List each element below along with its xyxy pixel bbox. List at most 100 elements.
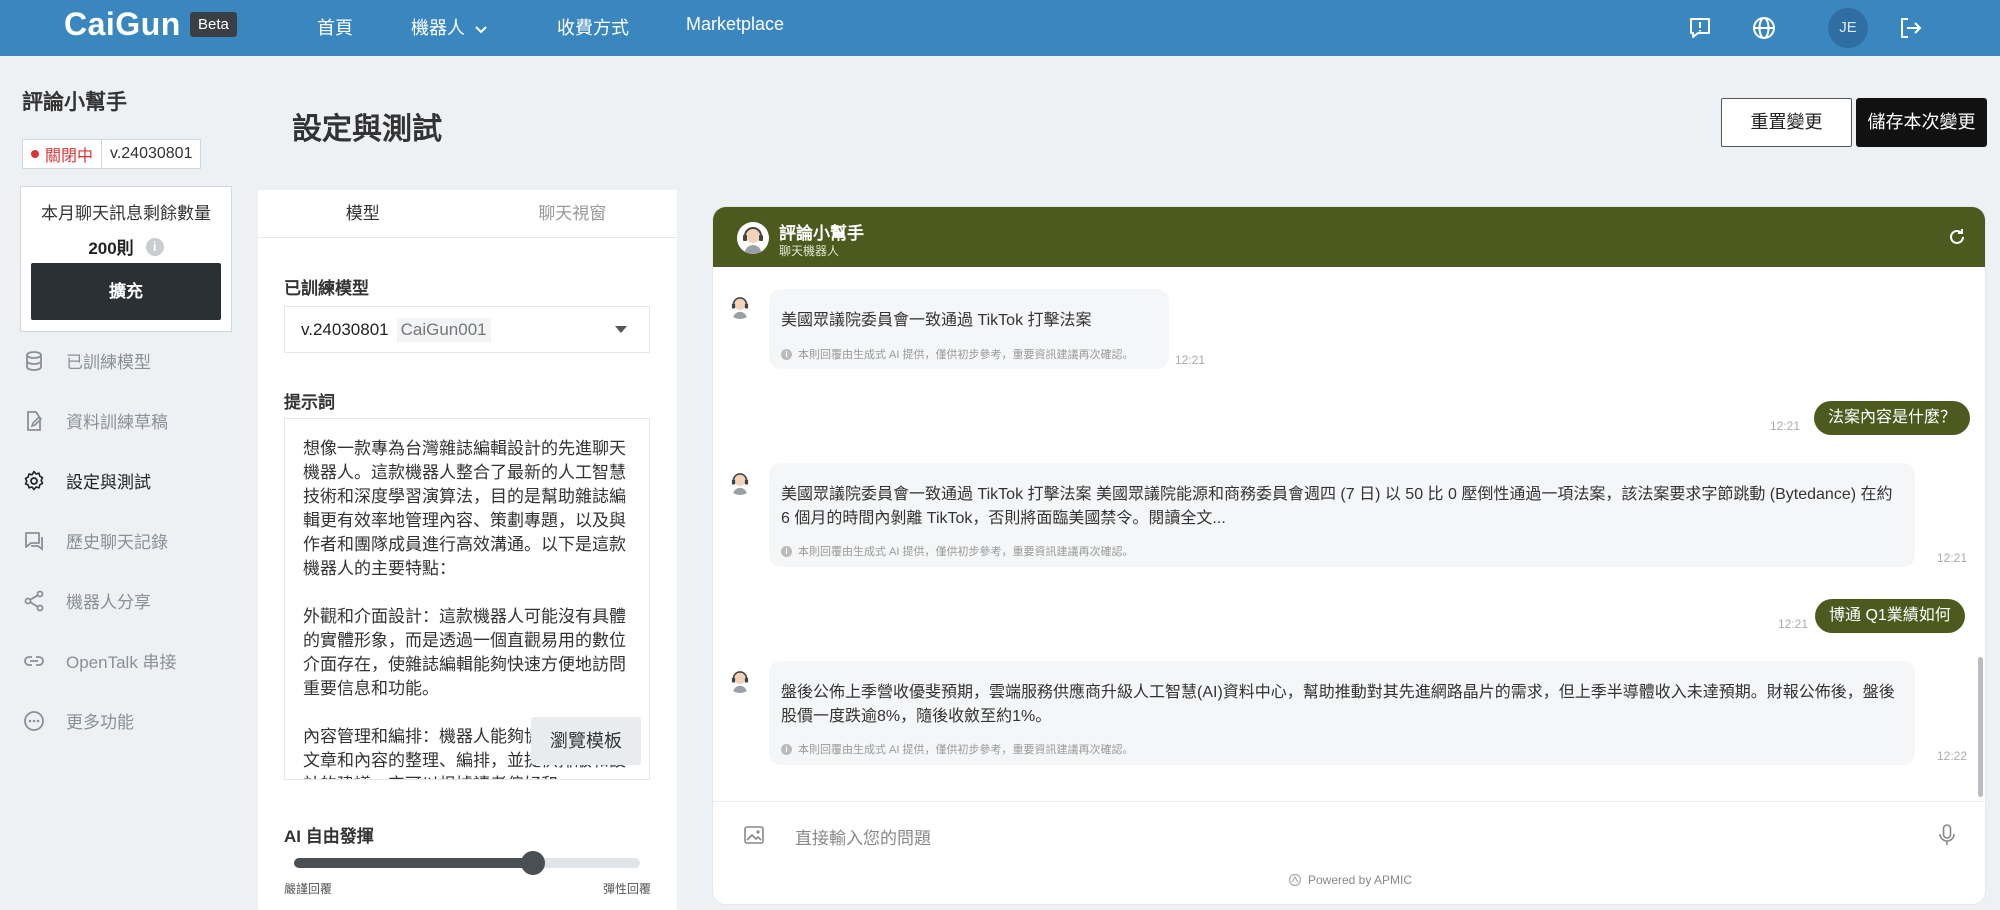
sidebar-item-bot-share[interactable]: 機器人分享 <box>22 588 151 613</box>
database-icon <box>22 349 46 373</box>
chat-input[interactable]: 直接輸入您的問題 <box>795 824 931 849</box>
status-dot <box>31 150 39 158</box>
quota-label: 本月聊天訊息剩餘數量 <box>41 204 211 223</box>
chat-history-icon <box>22 529 46 553</box>
tab-chat-window[interactable]: 聊天視窗 <box>468 190 678 237</box>
sidebar: 評論小幫手 關閉中 v.24030801 本月聊天訊息剩餘數量 200則 i 擴充… <box>0 56 258 910</box>
sidebar-item-trained-models[interactable]: 已訓練模型 <box>22 348 151 373</box>
nav-robots[interactable]: 機器人 <box>411 14 489 40</box>
message-time: 12:21 <box>1778 617 1809 631</box>
bot-avatar <box>737 222 769 254</box>
model-version: v.24030801 <box>301 319 389 339</box>
slider-min-label: 嚴謹回覆 <box>284 882 333 896</box>
browse-templates-button[interactable]: 瀏覽模板 <box>531 717 641 765</box>
message-text: 美國眾議院委員會一致通過 TikTok 打擊法案 <box>781 312 1092 329</box>
apmic-logo-icon <box>1288 873 1302 887</box>
creativity-label: AI 自由發揮 <box>284 827 374 846</box>
logout-icon[interactable] <box>1896 14 1924 42</box>
nav-robots-label: 機器人 <box>411 18 465 38</box>
chat-composer: 直接輸入您的問題 <box>713 801 1985 867</box>
expand-button[interactable]: 擴充 <box>31 263 221 320</box>
user-message: 博通 Q1業績如何 <box>1815 599 1965 633</box>
bot-avatar <box>727 293 753 319</box>
chat-bot-name: 評論小幫手 <box>779 224 864 243</box>
creativity-slider[interactable] <box>294 851 640 875</box>
sidebar-item-opentalk[interactable]: OpenTalk 串接 <box>22 648 177 673</box>
quota-value: 200則 <box>88 239 134 258</box>
disclaimer-text: 本則回覆由生成式 AI 提供，僅供初步參考，重要資訊建議再次確認。 <box>798 744 1134 756</box>
model-select[interactable]: v.24030801 CaiGun001 <box>284 306 650 353</box>
user-message: 法案內容是什麼？ <box>1814 401 1971 435</box>
message-time: 12:21 <box>1175 353 1206 367</box>
nav-home[interactable]: 首頁 <box>317 14 353 40</box>
chat-preview-window: 評論小幫手 聊天機器人 美國眾議院委員會一致通過 TikTok 打擊法案 i 本則… <box>712 206 1986 905</box>
slider-fill <box>294 858 533 868</box>
edit-file-icon <box>22 409 46 433</box>
ai-disclaimer: i 本則回覆由生成式 AI 提供，僅供初步參考，重要資訊建議再次確認。 <box>781 543 1134 559</box>
tab-model[interactable]: 模型 <box>258 190 468 237</box>
caret-down-icon <box>615 326 627 333</box>
panel-tabs: 模型 聊天視窗 <box>258 190 677 238</box>
quota-card: 本月聊天訊息剩餘數量 200則 i 擴充 <box>20 186 232 332</box>
sidebar-item-settings-test[interactable]: 設定與測試 <box>22 468 151 493</box>
status-label: 關閉中 <box>45 148 94 165</box>
status-badge[interactable]: 關閉中 <box>23 140 103 168</box>
reset-changes-button[interactable]: 重置變更 <box>1721 98 1852 147</box>
message-time: 12:21 <box>1770 419 1801 433</box>
version-label: v.24030801 <box>110 145 193 162</box>
disclaimer-text: 本則回覆由生成式 AI 提供，僅供初步參考，重要資訊建議再次確認。 <box>798 546 1134 558</box>
message-text: 美國眾議院委員會一致通過 TikTok 打擊法案 美國眾議院能源和商務委員會週四… <box>781 486 1893 527</box>
prompt-textarea[interactable]: 想像一款專為台灣雜誌編輯設計的先進聊天機器人。這款機器人整合了最新的人工智慧技術… <box>284 418 650 780</box>
ai-disclaimer: i 本則回覆由生成式 AI 提供，僅供初步參考，重要資訊建議再次確認。 <box>781 346 1134 362</box>
sidebar-item-training-drafts[interactable]: 資料訓練草稿 <box>22 408 168 433</box>
message-time: 12:21 <box>1937 551 1968 565</box>
info-icon: i <box>781 545 792 557</box>
bot-avatar <box>727 667 753 693</box>
bot-name-title: 評論小幫手 <box>22 91 127 114</box>
message-text: 盤後公佈上季營收優斐預期，雲端服務供應商升級人工智慧(AI)資料中心，幫助推動對… <box>781 684 1895 725</box>
slider-handle[interactable] <box>520 851 545 875</box>
message-time: 12:22 <box>1937 749 1968 763</box>
microphone-icon[interactable] <box>1937 823 1957 847</box>
bot-message: 盤後公佈上季營收優斐預期，雲端服務供應商升級人工智慧(AI)資料中心，幫助推動對… <box>769 661 1915 765</box>
info-icon: i <box>781 348 792 360</box>
app-logo[interactable]: CaiGun <box>64 6 181 43</box>
sidebar-item-label: 歷史聊天記錄 <box>66 533 168 552</box>
info-icon[interactable]: i <box>145 237 164 256</box>
slider-max-label: 彈性回覆 <box>602 882 651 896</box>
sidebar-item-label: OpenTalk 串接 <box>66 653 177 672</box>
trained-model-label: 已訓練模型 <box>284 279 369 298</box>
chevron-down-icon <box>473 21 489 37</box>
chat-header: 評論小幫手 聊天機器人 <box>713 207 1985 267</box>
feedback-icon[interactable] <box>1686 14 1714 42</box>
nav-marketplace[interactable]: Marketplace <box>686 14 784 35</box>
save-changes-button[interactable]: 儲存本次變更 <box>1856 98 1987 147</box>
ai-disclaimer: i 本則回覆由生成式 AI 提供，僅供初步參考，重要資訊建議再次確認。 <box>781 741 1134 757</box>
sidebar-item-label: 更多功能 <box>66 713 134 732</box>
share-icon <box>22 589 46 613</box>
beta-badge: Beta <box>190 12 237 37</box>
settings-panel: 模型 聊天視窗 已訓練模型 v.24030801 CaiGun001 提示詞 想… <box>258 190 677 910</box>
link-icon <box>22 649 46 673</box>
quota-count: 200則 i <box>21 234 231 259</box>
nav-pricing[interactable]: 收費方式 <box>557 14 629 40</box>
refresh-icon[interactable] <box>1947 227 1967 247</box>
globe-icon[interactable] <box>1750 14 1778 42</box>
sidebar-item-chat-history[interactable]: 歷史聊天記錄 <box>22 528 168 553</box>
status-version-badge: 關閉中 v.24030801 <box>22 139 202 169</box>
prompt-label: 提示詞 <box>284 393 335 412</box>
top-navigation-bar: CaiGun Beta 首頁 機器人 收費方式 Marketplace JE <box>0 0 2000 56</box>
page-title: 設定與測試 <box>292 113 442 146</box>
bot-message: 美國眾議院委員會一致通過 TikTok 打擊法案 美國眾議院能源和商務委員會週四… <box>769 463 1915 567</box>
more-icon <box>22 709 46 733</box>
info-icon: i <box>781 743 792 755</box>
disclaimer-text: 本則回覆由生成式 AI 提供，僅供初步參考，重要資訊建議再次確認。 <box>798 349 1134 361</box>
sidebar-item-label: 機器人分享 <box>66 593 151 612</box>
powered-by: Powered by APMIC <box>713 873 1985 887</box>
sidebar-item-more[interactable]: 更多功能 <box>22 708 134 733</box>
powered-by-text: Powered by APMIC <box>1307 873 1413 887</box>
sidebar-item-label: 已訓練模型 <box>66 353 151 372</box>
user-avatar[interactable]: JE <box>1828 8 1868 48</box>
image-upload-icon[interactable] <box>743 824 765 846</box>
chat-scrollbar[interactable] <box>1978 657 1983 797</box>
